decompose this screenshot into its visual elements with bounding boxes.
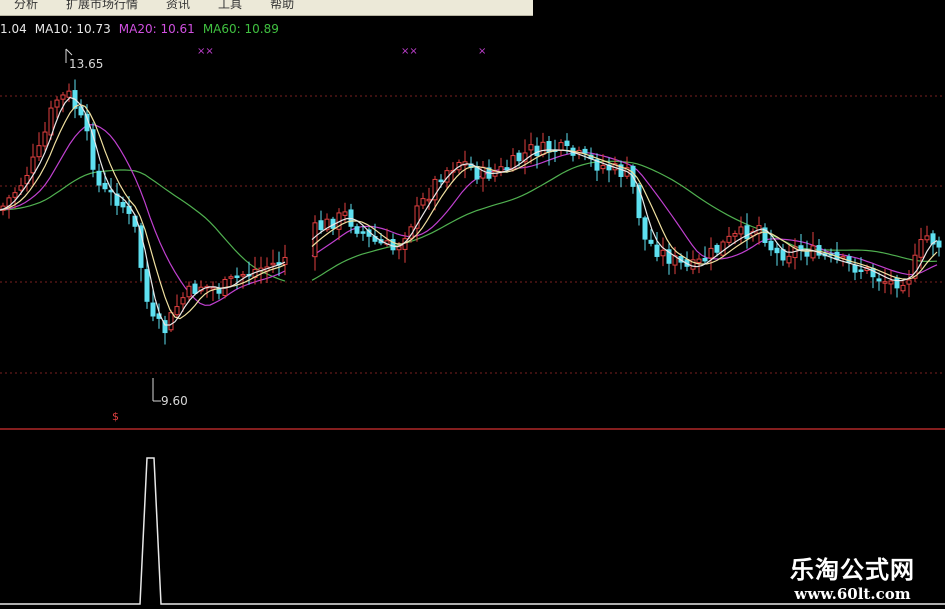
candle-body — [660, 249, 666, 257]
candle-body — [540, 141, 546, 155]
candle-body — [894, 277, 900, 289]
candle-body — [696, 258, 702, 264]
candle-body — [54, 99, 60, 108]
candle-body — [852, 264, 858, 273]
candle-body — [528, 144, 534, 151]
candle-body — [30, 156, 36, 174]
candle-body — [186, 285, 192, 298]
ma20-line — [0, 124, 286, 306]
candles — [0, 79, 942, 345]
candle-body — [96, 170, 102, 186]
candle-body — [648, 239, 654, 244]
candle-body — [906, 279, 912, 285]
candle-body — [438, 179, 444, 183]
candle-body — [654, 244, 660, 257]
candle-body — [720, 241, 726, 256]
candle-body — [168, 312, 174, 331]
candle-body — [738, 226, 744, 235]
candle-body — [174, 306, 180, 316]
candle-body — [270, 262, 276, 266]
candle-body — [498, 166, 504, 173]
candle-body — [228, 276, 234, 279]
candle-body — [900, 284, 906, 292]
candle-body — [342, 211, 348, 216]
candle-body — [12, 192, 18, 198]
candle-body — [810, 245, 816, 259]
candle-body — [192, 283, 198, 294]
candle-body — [888, 280, 894, 285]
candle-body — [702, 257, 708, 262]
candle-body — [480, 166, 486, 179]
candle-body — [234, 275, 240, 278]
candle-body — [858, 269, 864, 272]
candle-body — [120, 201, 126, 208]
candle-body — [150, 302, 156, 317]
candle-body — [708, 247, 714, 259]
candle-body — [396, 246, 402, 251]
candle-body — [516, 152, 522, 162]
candle-body — [564, 140, 570, 147]
candle-body — [768, 240, 774, 251]
watermark-title: 乐淘公式网 — [790, 555, 915, 584]
ma5-line-group — [0, 96, 938, 326]
candle-body — [732, 233, 738, 237]
candle-body — [312, 222, 318, 258]
candle-body — [42, 131, 48, 147]
candle-body — [714, 244, 720, 253]
ma10-line-group — [0, 103, 938, 320]
candle-body — [774, 247, 780, 254]
candle-body — [318, 220, 324, 231]
signal-marker: $ — [112, 410, 119, 423]
candle-body — [180, 297, 186, 305]
candle-body — [936, 240, 942, 248]
candle-body — [582, 148, 588, 154]
candle-body — [144, 269, 150, 302]
candle-body — [924, 235, 930, 241]
candle-body — [354, 226, 360, 234]
candle-body — [420, 198, 426, 206]
site-watermark: 乐淘公式网 www.60lt.com — [790, 555, 915, 603]
candle-body — [210, 286, 216, 290]
candle-body — [642, 217, 648, 240]
candlestick-chart[interactable]: 13.65 9.60 ×× ×× × $ — [0, 0, 945, 609]
top-mark-1: ×× — [197, 46, 214, 57]
candle-body — [780, 249, 786, 261]
candle-body — [876, 278, 882, 282]
low-price-label: 9.60 — [161, 394, 188, 408]
candle-body — [360, 231, 366, 234]
candle-body — [534, 145, 540, 157]
candle-body — [240, 273, 246, 277]
watermark-url: www.60lt.com — [794, 585, 911, 603]
candle-body — [744, 225, 750, 240]
top-mark-2: ×× — [401, 46, 418, 57]
high-marker-arrow — [65, 48, 73, 56]
candle-body — [60, 94, 66, 100]
stock-chart-window: 分析 扩展市场行情 资讯 工具 帮助 1.04 MA10: 10.73 MA20… — [0, 0, 945, 609]
candle-body — [786, 255, 792, 264]
candle-body — [798, 245, 804, 250]
candle-body — [102, 182, 108, 190]
high-price-label: 13.65 — [69, 57, 103, 71]
candle-body — [36, 145, 42, 158]
candle-body — [504, 167, 510, 171]
candle-body — [18, 185, 24, 191]
candle-body — [558, 142, 564, 151]
candle-body — [66, 90, 72, 98]
candle-body — [600, 164, 606, 170]
candle-body — [426, 198, 432, 202]
candle-body — [882, 281, 888, 284]
candle-body — [726, 235, 732, 243]
top-mark-3: × — [478, 46, 486, 57]
candle-body — [918, 239, 924, 258]
